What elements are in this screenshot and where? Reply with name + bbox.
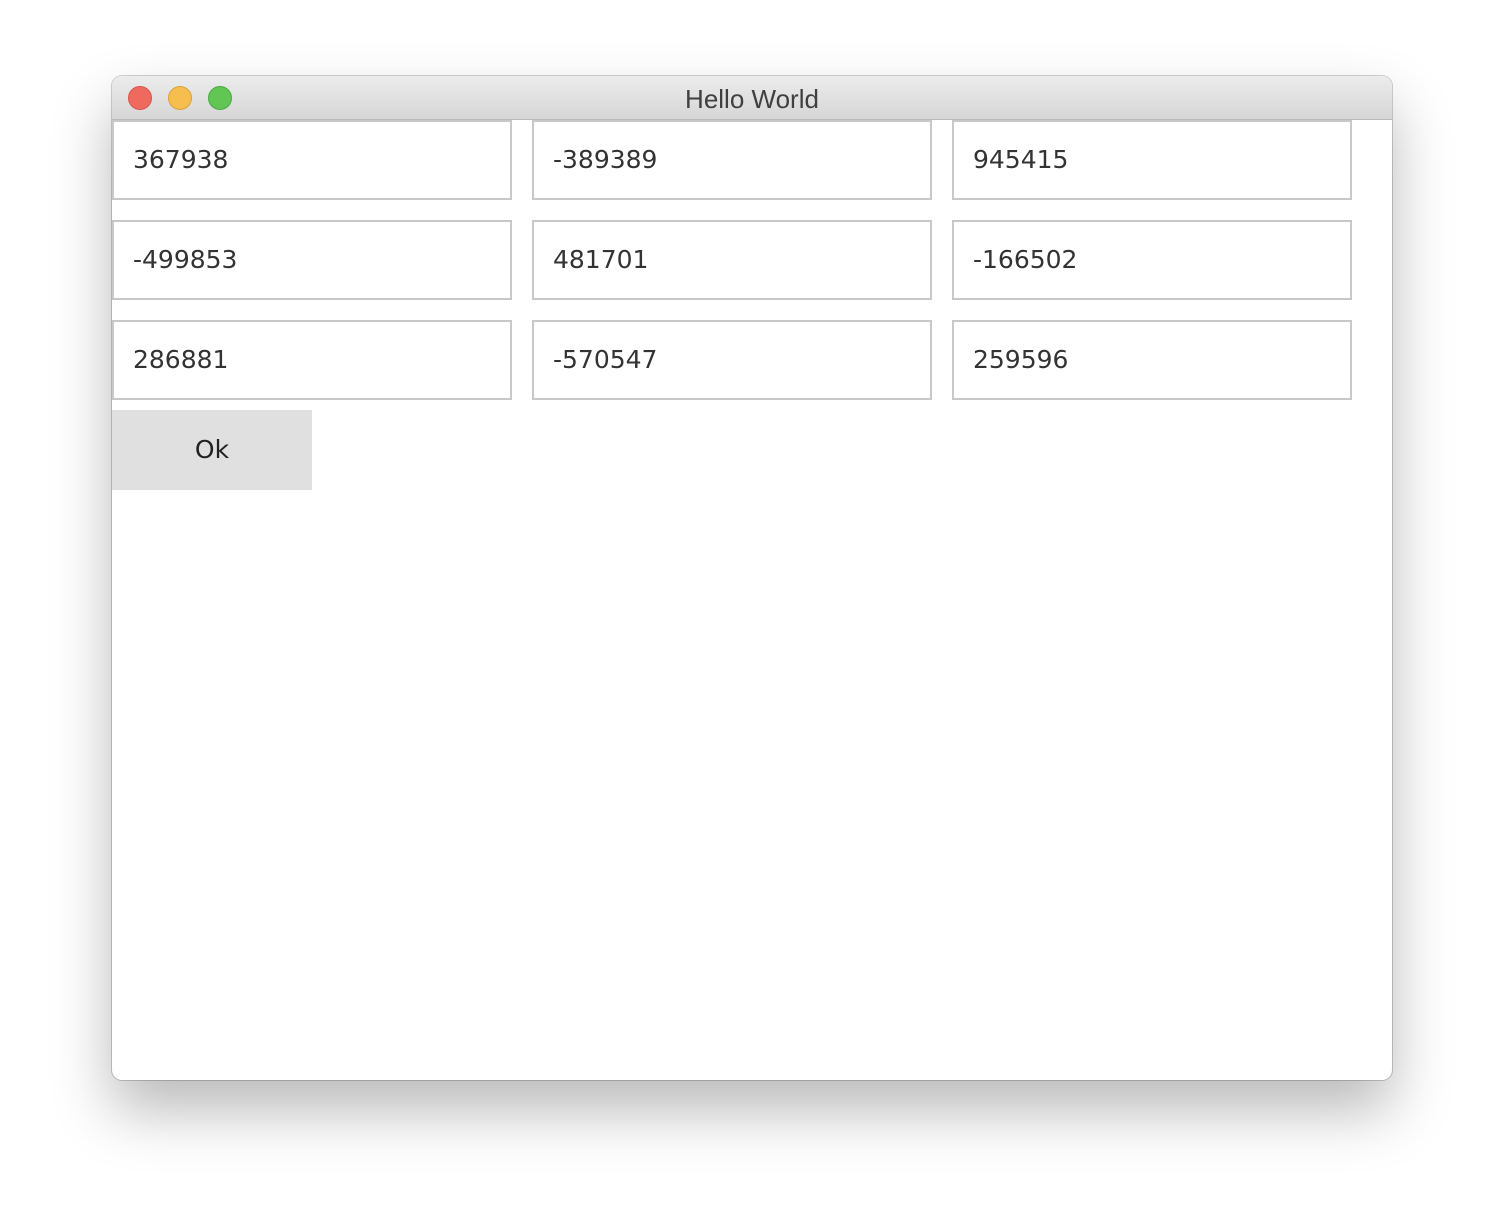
text-field-r1-c1[interactable]: 367938: [112, 120, 512, 200]
text-field-r2-c1[interactable]: -499853: [112, 220, 512, 300]
text-field-r2-c2[interactable]: 481701: [532, 220, 932, 300]
text-field-r1-c3[interactable]: 945415: [952, 120, 1352, 200]
text-field-r3-c2[interactable]: -570547: [532, 320, 932, 400]
app-window: Hello World 367938 -389389 945415 -49985…: [112, 76, 1392, 1080]
ok-button[interactable]: Ok: [112, 410, 312, 490]
text-field-r2-c3[interactable]: -166502: [952, 220, 1352, 300]
text-field-r3-c1[interactable]: 286881: [112, 320, 512, 400]
title-bar[interactable]: Hello World: [112, 76, 1392, 120]
window-title: Hello World: [685, 84, 819, 114]
window-content: 367938 -389389 945415 -499853 481701 -16…: [112, 120, 1392, 1080]
text-field-r3-c3[interactable]: 259596: [952, 320, 1352, 400]
text-field-r1-c2[interactable]: -389389: [532, 120, 932, 200]
